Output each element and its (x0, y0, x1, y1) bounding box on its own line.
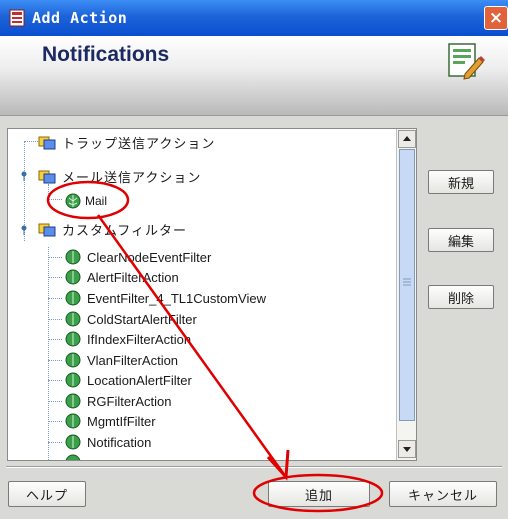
leaf-icon (65, 352, 81, 368)
edit-button[interactable]: 編集 (428, 228, 494, 252)
title-bar[interactable]: Add Action × (0, 0, 508, 36)
tree-node-filter[interactable]: AlertFilterAction (65, 267, 179, 287)
tree-node-label: EventFilter_4_TL1CustomView (87, 290, 266, 306)
tree-node-label: Mail (85, 194, 108, 208)
tree-connector (48, 199, 62, 200)
tree-connector (48, 319, 62, 320)
arrow-up-icon (403, 136, 411, 141)
leaf-icon (65, 331, 81, 347)
tree-node-filter[interactable]: ClearNodeEventFilter (65, 247, 211, 267)
tree-connector (48, 360, 62, 361)
tree-connector (48, 247, 49, 460)
help-button[interactable]: ヘルプ (8, 481, 86, 507)
arrow-down-icon (403, 447, 411, 452)
tree-node-filter[interactable]: Notification (65, 432, 151, 452)
delete-button[interactable]: 削除 (428, 285, 494, 309)
leaf-icon (65, 269, 81, 285)
leaf-icon (65, 249, 81, 265)
tree-node-trap-action[interactable]: トラップ送信アクション (38, 132, 215, 152)
tree-node-filter[interactable]: ColdStartAlertFilter (65, 309, 197, 329)
tree-connector (48, 339, 62, 340)
tree-node-custom-filter[interactable]: カスタムフィルター (38, 219, 187, 239)
action-tree-panel[interactable]: トラップ送信アクション メール送信アクション Mail カスタムフィルター Cl… (7, 128, 417, 461)
tree-node-filter[interactable]: LocationAlertFilter (65, 370, 192, 390)
tree-node-label: RGFilterAction (87, 393, 172, 409)
grip-icon (403, 278, 411, 286)
action-folder-icon (38, 223, 56, 237)
tree-node-label: MgmtIfFilter (87, 413, 156, 429)
tree-connector (48, 421, 62, 422)
add-button[interactable]: 追加 (268, 481, 370, 507)
scroll-up-button[interactable] (398, 130, 416, 148)
leaf-icon (65, 413, 81, 429)
tree-node-label: トラップ送信アクション (62, 136, 216, 152)
tree-node-label: ColdStartAlertFilter (87, 311, 197, 327)
leaf-icon (65, 311, 81, 327)
tree-node-label: ClearNodeEventFilter (87, 249, 212, 265)
tree-node-filter[interactable]: IfIndexFilterAction (65, 329, 191, 349)
tree-node-label: IfIndexFilterAction (87, 331, 192, 347)
action-folder-icon (38, 136, 56, 150)
tree-node-filter[interactable]: RGFilterAction (65, 391, 172, 411)
new-button[interactable]: 新規 (428, 170, 494, 194)
tree-connector (48, 257, 62, 258)
tree-node-filter[interactable]: MgmtIfFilter (65, 411, 156, 431)
leaf-icon (65, 372, 81, 388)
leaf-icon (65, 193, 81, 209)
page-title: Notifications (42, 43, 170, 66)
action-folder-icon (38, 170, 56, 184)
tree-connector (48, 277, 62, 278)
cancel-button[interactable]: キャンセル (389, 481, 497, 507)
tree-connector (48, 380, 62, 381)
scroll-thumb[interactable] (399, 149, 415, 421)
tree-node-label: Notification (87, 434, 152, 450)
tree-connector (48, 184, 49, 200)
leaf-icon (65, 290, 81, 306)
add-action-dialog: Add Action × Notifications トラップ送信アクション メ… (0, 0, 508, 519)
app-icon (9, 9, 25, 27)
tree-node-label: AlertFilterAction (87, 269, 179, 285)
tree-node-partial (65, 452, 81, 460)
leaf-icon (65, 454, 81, 460)
tree-connector (48, 298, 62, 299)
close-button[interactable]: × (484, 6, 508, 30)
tree-node-label: カスタムフィルター (62, 223, 187, 239)
scroll-down-button[interactable] (398, 440, 416, 458)
tree-node-label: LocationAlertFilter (87, 372, 192, 388)
leaf-icon (65, 434, 81, 450)
tree-connector (48, 442, 62, 443)
tree-connector (48, 401, 62, 402)
tree-node-mail-action[interactable]: メール送信アクション (38, 166, 201, 186)
action-tree[interactable]: トラップ送信アクション メール送信アクション Mail カスタムフィルター Cl… (8, 129, 396, 460)
tree-node-label: メール送信アクション (62, 170, 202, 186)
tree-node-filter[interactable]: VlanFilterAction (65, 350, 178, 370)
document-edit-icon (448, 43, 485, 80)
leaf-icon (65, 393, 81, 409)
tree-node-mail[interactable]: Mail (65, 191, 107, 211)
tree-node-label: VlanFilterAction (87, 352, 179, 368)
footer-separator (6, 466, 502, 468)
window-title: Add Action (32, 9, 128, 27)
expand-handle-icon[interactable] (20, 171, 28, 181)
tree-scrollbar[interactable] (396, 129, 416, 460)
expand-handle-icon[interactable] (20, 225, 28, 235)
tree-node-filter[interactable]: EventFilter_4_TL1CustomView (65, 288, 266, 308)
